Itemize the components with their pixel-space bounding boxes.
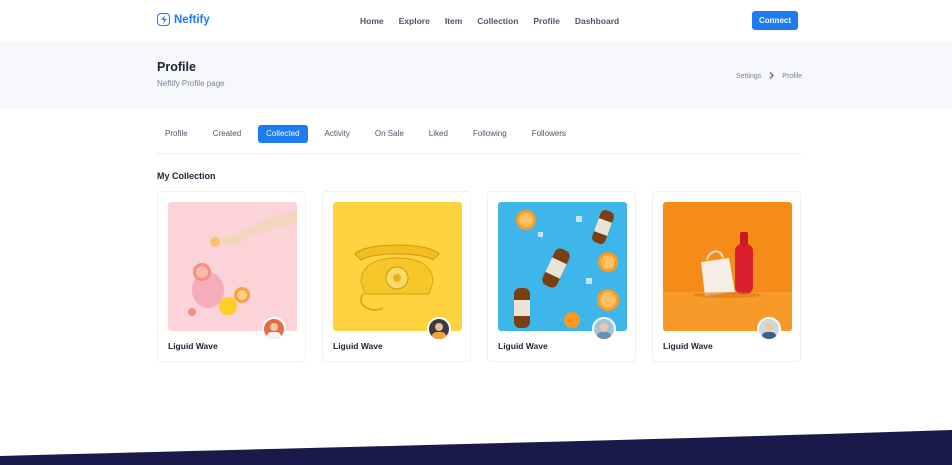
tab-created[interactable]: Created (205, 125, 249, 143)
chevron-right-icon (769, 72, 775, 81)
connect-button[interactable]: Connect (752, 11, 798, 30)
section-title: My Collection (157, 171, 216, 181)
card-title[interactable]: Liguid Wave (663, 341, 713, 351)
nav-link-explore[interactable]: Explore (399, 16, 430, 26)
card-title[interactable]: Liguid Wave (168, 341, 218, 351)
user-avatar[interactable] (757, 317, 781, 341)
top-navbar: Neftify Home Explore Item Collection Pro… (0, 0, 952, 42)
collection-card[interactable]: Liguid Wave (652, 191, 801, 362)
profile-tabs: Profile Created Collected Activity On Sa… (157, 125, 801, 154)
nav-link-home[interactable]: Home (360, 16, 384, 26)
card-title[interactable]: Liguid Wave (498, 341, 548, 351)
page-header (0, 42, 952, 109)
nav-link-dashboard[interactable]: Dashboard (575, 16, 619, 26)
breadcrumb: Settings Profile (736, 72, 802, 81)
breadcrumb-settings[interactable]: Settings (736, 73, 761, 80)
user-avatar[interactable] (262, 317, 286, 341)
collection-card[interactable]: Liguid Wave (157, 191, 306, 362)
page-title: Profile (157, 60, 196, 74)
collection-card[interactable]: Liguid Wave (487, 191, 636, 362)
nft-image-bottles (498, 202, 627, 331)
breadcrumb-profile: Profile (782, 73, 803, 80)
brand-logo[interactable]: Neftify (157, 13, 210, 26)
tab-collected[interactable]: Collected (258, 125, 308, 143)
tab-on-sale[interactable]: On Sale (367, 125, 412, 143)
nft-image-telephone (333, 202, 462, 331)
tab-followers[interactable]: Followers (524, 125, 574, 143)
collection-card[interactable]: Liguid Wave (322, 191, 471, 362)
nav-link-profile[interactable]: Profile (533, 16, 559, 26)
nft-image-lemonade (168, 202, 297, 331)
tab-following[interactable]: Following (465, 125, 515, 143)
nft-image-ketchup (663, 202, 792, 331)
card-title[interactable]: Liguid Wave (333, 341, 383, 351)
nav-link-item[interactable]: Item (445, 16, 462, 26)
tab-activity[interactable]: Activity (317, 125, 358, 143)
user-avatar[interactable] (427, 317, 451, 341)
main-nav: Home Explore Item Collection Profile Das… (360, 16, 634, 26)
tab-profile[interactable]: Profile (157, 125, 196, 143)
brand-name: Neftify (174, 13, 210, 26)
user-avatar[interactable] (592, 317, 616, 341)
lightning-icon (157, 13, 170, 26)
page-subtitle: Neftify Profile page (157, 79, 225, 88)
nav-link-collection[interactable]: Collection (477, 16, 518, 26)
tab-liked[interactable]: Liked (421, 125, 456, 143)
